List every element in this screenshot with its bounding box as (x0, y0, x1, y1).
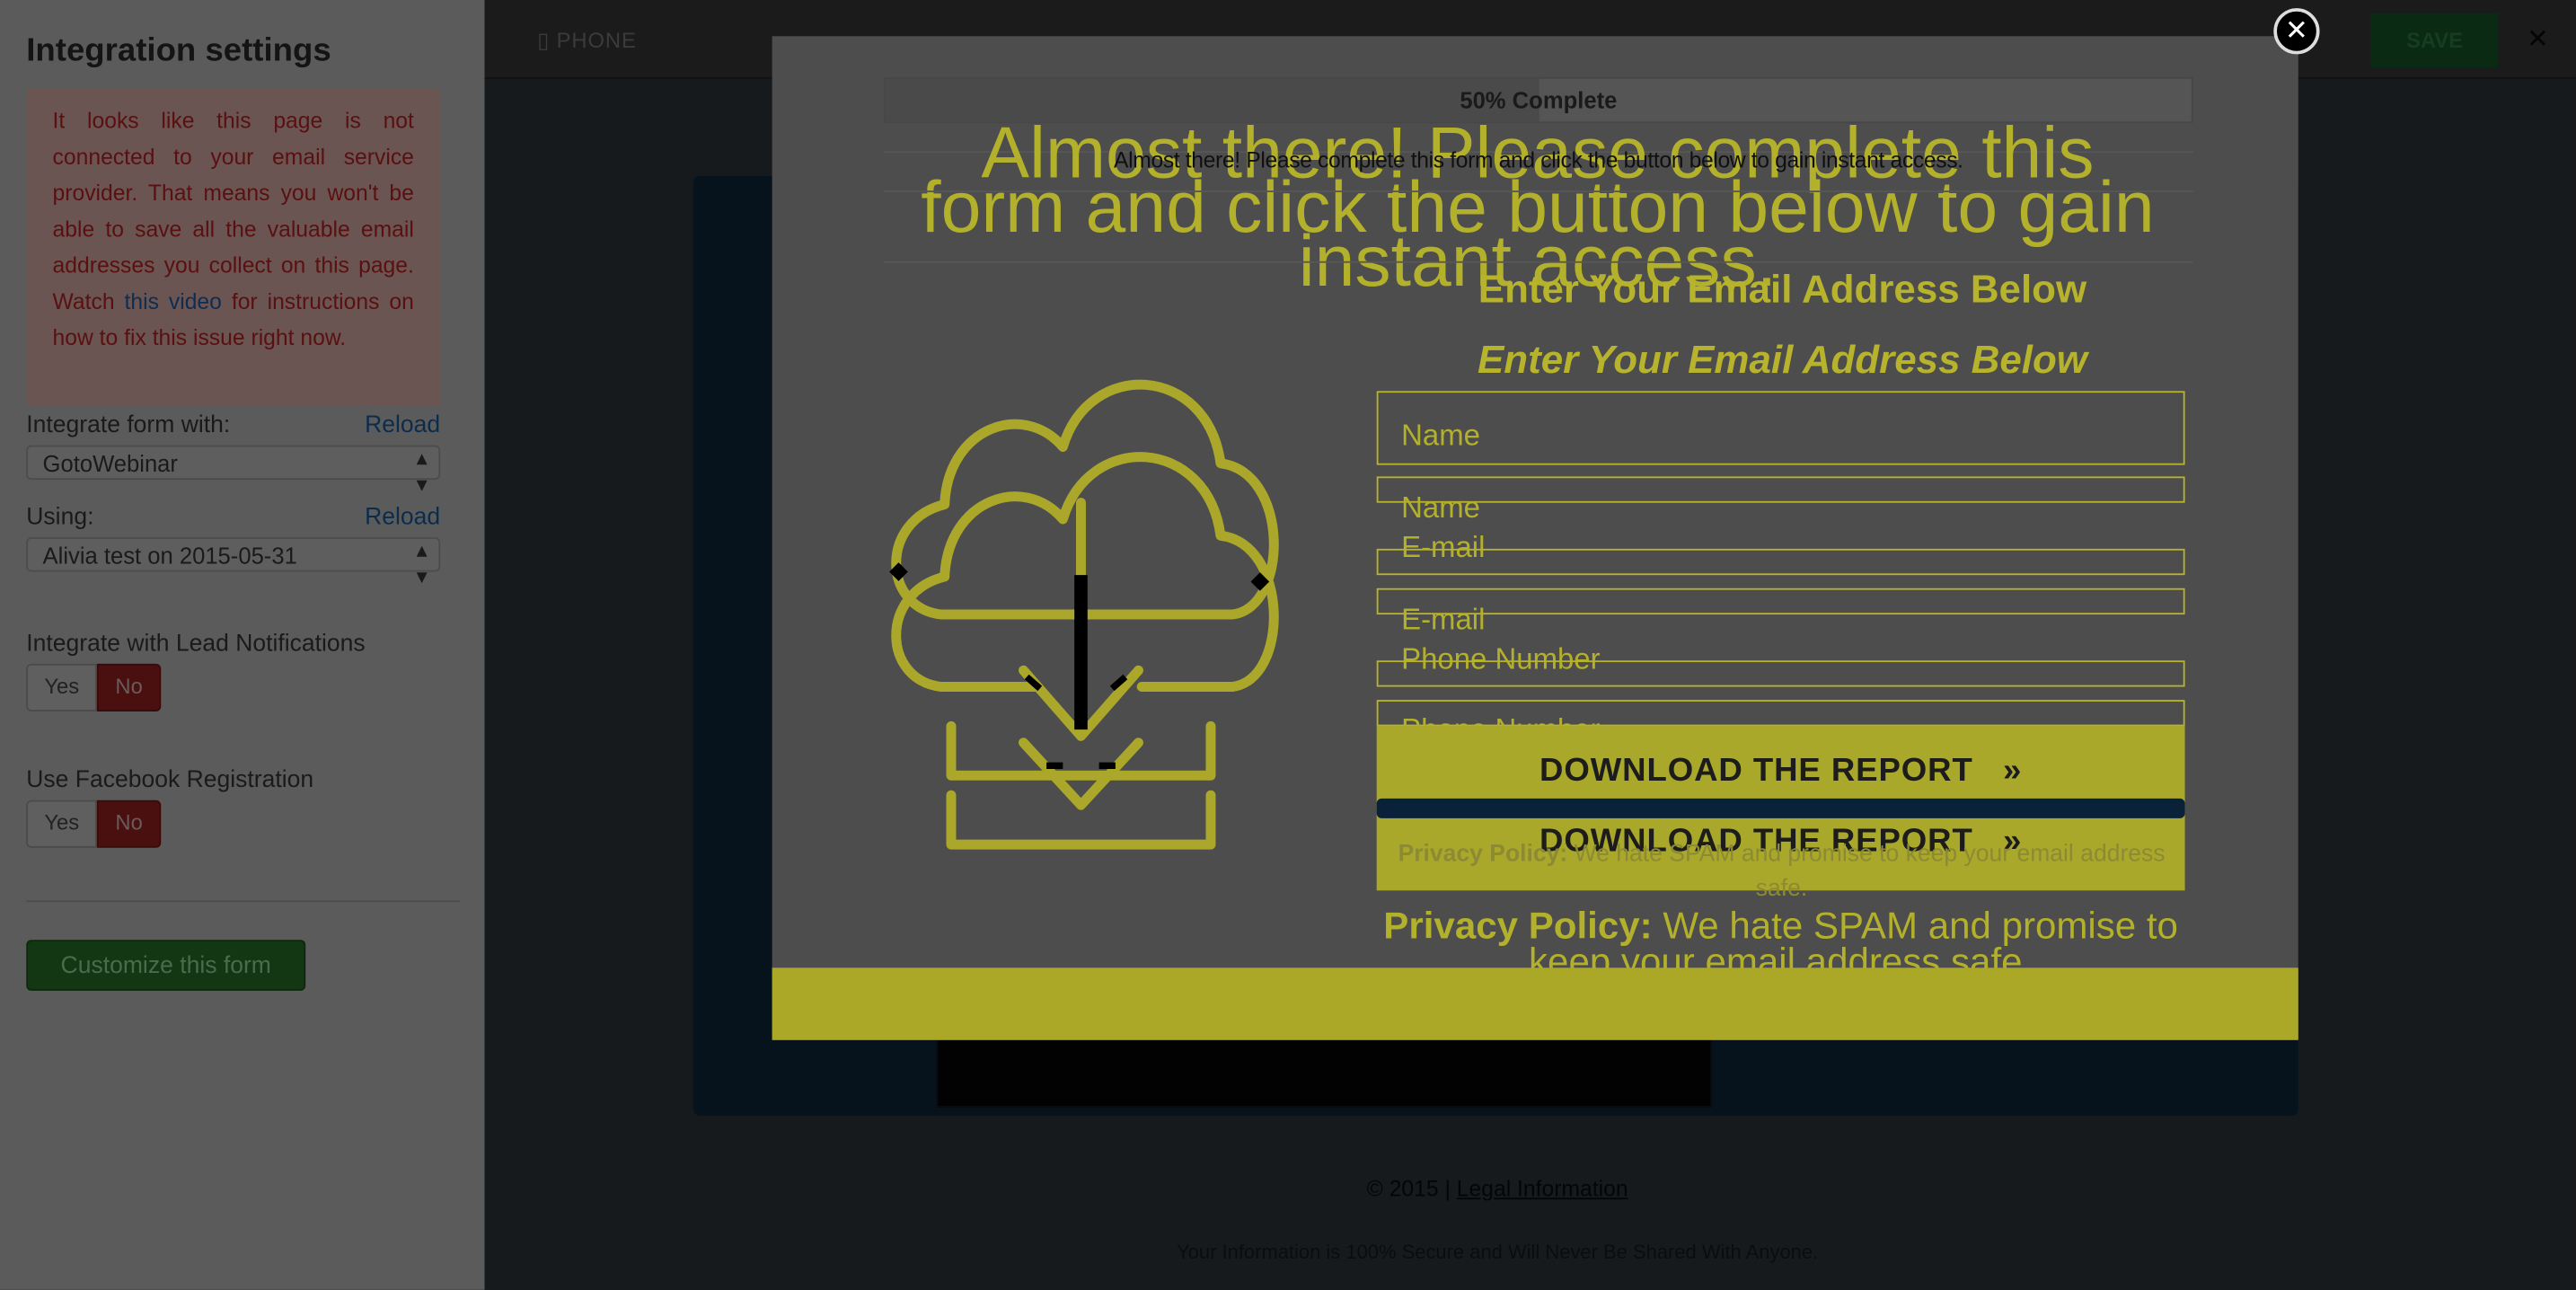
email-input-duplicate[interactable] (1376, 588, 2185, 615)
privacy-policy-text: We hate SPAM and promise to keep your em… (1567, 841, 2166, 903)
name-placeholder: Name (1401, 419, 1480, 452)
sidebar-title: Integration settings (26, 32, 331, 69)
email-input[interactable] (1376, 548, 2185, 576)
sidebar-divider (26, 900, 461, 903)
page-footer-secure: Your Information is 100% Secure and Will… (1177, 1240, 1819, 1264)
enter-email-heading: Enter Your Email Address Below (1478, 268, 2087, 313)
facebook-registration-yes[interactable]: Yes (26, 800, 98, 848)
lead-notifications-no[interactable]: No (97, 663, 161, 711)
using-webinar-select[interactable]: Alivia test on 2015-05-31 ▴ ▾ (26, 537, 441, 588)
customize-form-button[interactable]: Customize this form (26, 940, 306, 991)
download-button-label: DOWNLOAD THE REPORT » (1377, 753, 2185, 791)
video-link[interactable]: this video (125, 289, 222, 314)
enter-email-heading-italic: Enter Your Email Address Below (1477, 338, 2087, 384)
using-label: Using: (26, 504, 94, 531)
integration-sidebar: Integration settings It looks like this … (0, 0, 485, 1290)
integration-provider-value: GotoWebinar (42, 450, 178, 477)
popup-footer-bar (772, 968, 2298, 1040)
lead-notifications-yes[interactable]: Yes (26, 663, 98, 711)
name-input[interactable] (1376, 391, 2185, 465)
integration-provider-select[interactable]: GotoWebinar ▴ ▾ (26, 445, 441, 496)
warning-text-before: It looks like this page is not connected… (52, 108, 414, 314)
select-arrow-icon: ▴ ▾ (416, 445, 428, 497)
privacy-policy-small: Privacy Policy: We hate SPAM and promise… (1383, 838, 2180, 907)
divider (884, 190, 2193, 192)
close-popup-button[interactable]: ✕ (2273, 8, 2320, 55)
device-phone-label: PHONE (556, 28, 637, 53)
device-phone-tab[interactable]: ▯ PHONE (537, 28, 637, 54)
save-button[interactable]: SAVE (2370, 13, 2499, 67)
lead-notifications-toggle: Yes No (26, 663, 161, 711)
phone-icon: ▯ (537, 28, 557, 53)
download-button-text: DOWNLOAD THE REPORT (1539, 752, 1973, 789)
close-icon: ✕ (2284, 14, 2308, 47)
download-button-secondary[interactable] (1376, 798, 2185, 818)
facebook-registration-label: Use Facebook Registration (26, 767, 314, 794)
facebook-registration-no[interactable]: No (97, 800, 161, 848)
reload-using-link[interactable]: Reload (365, 505, 440, 531)
warning-box: It looks like this page is not connected… (26, 88, 441, 406)
email-placeholder-duplicate: E-mail (1401, 603, 1486, 636)
divider (884, 261, 2193, 263)
phone-input[interactable] (1376, 660, 2185, 687)
legal-information-link[interactable]: Legal Information (1457, 1177, 1628, 1201)
name-input-duplicate[interactable] (1376, 476, 2185, 503)
facebook-registration-toggle: Yes No (26, 800, 161, 848)
select-arrow-icon: ▴ ▾ (416, 537, 428, 588)
double-chevron-icon: » (2002, 752, 2023, 789)
cloud-download-icon (889, 379, 1279, 850)
copyright-text: © 2015 | (1366, 1176, 1457, 1201)
progress-text: 50% Complete (1460, 86, 1618, 114)
page-footer-copyright: © 2015 | Legal Information (485, 1177, 2510, 1201)
integrate-form-label: Integrate form with: (26, 412, 231, 439)
privacy-policy-label: Privacy Policy: (1398, 841, 1568, 868)
using-webinar-value: Alivia test on 2015-05-31 (42, 542, 297, 569)
name-placeholder-duplicate: Name (1401, 490, 1480, 525)
reload-integration-link[interactable]: Reload (365, 412, 440, 438)
lead-notifications-label: Integrate with Lead Notifications (26, 631, 366, 658)
headline-small: Almost there! Please complete this form … (1114, 147, 1963, 173)
close-editor-icon[interactable]: ✕ (2527, 23, 2549, 57)
